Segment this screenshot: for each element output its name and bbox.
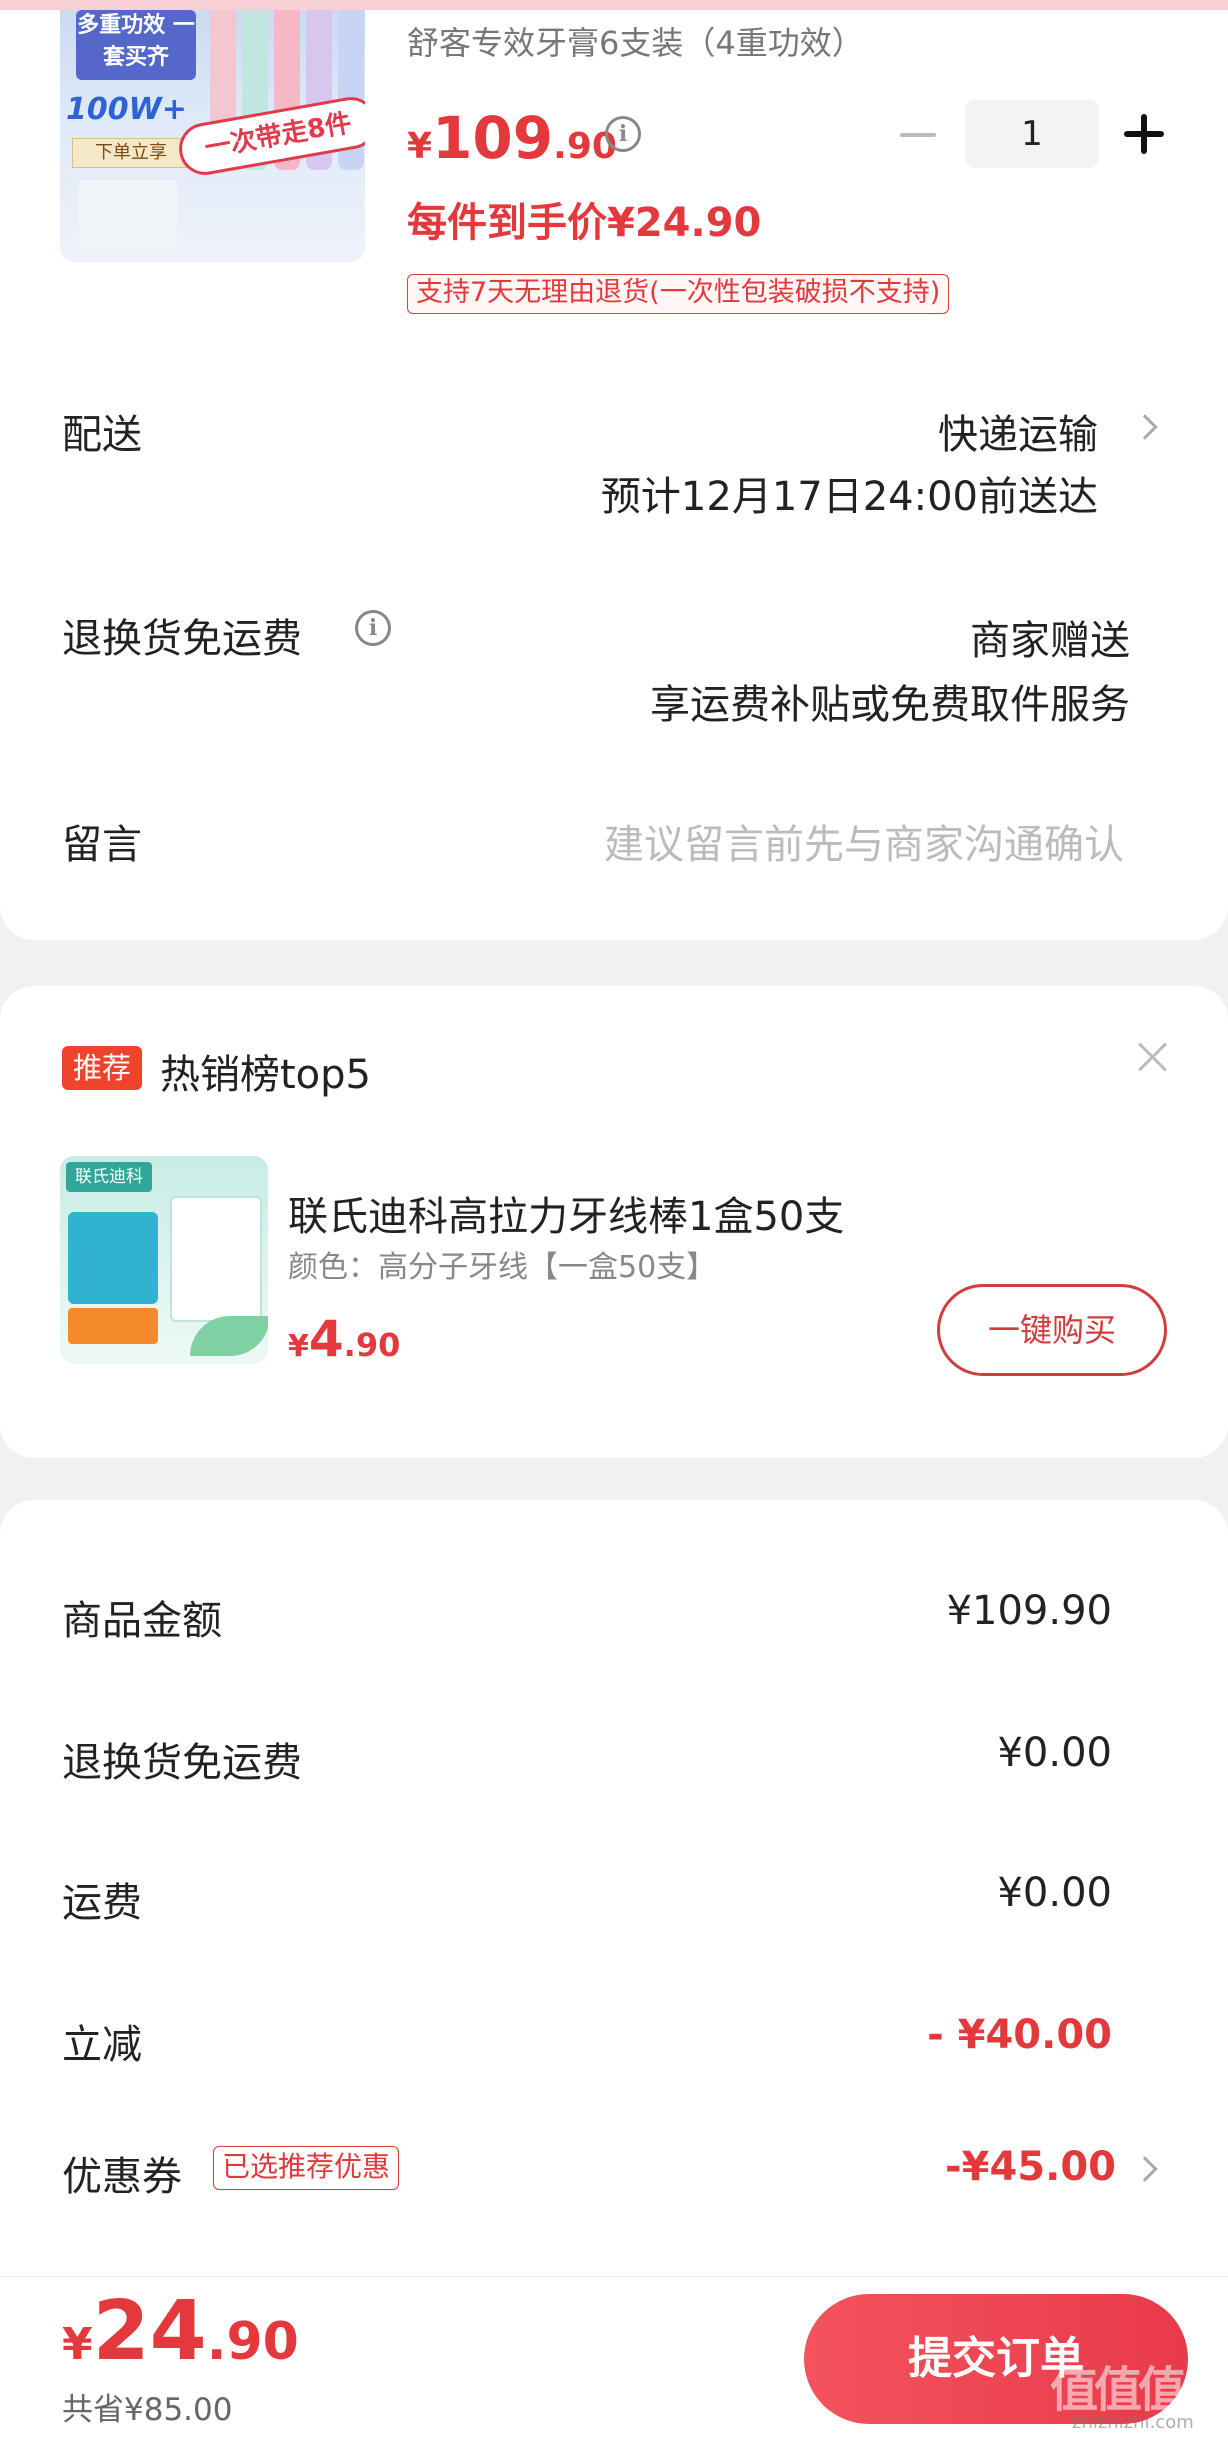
- price-currency: ¥: [407, 126, 433, 167]
- watermark: 值值值: [1050, 2362, 1186, 2418]
- watermark-url: zhizhizhi.com: [1072, 2412, 1194, 2433]
- summary-row-label: 商品金额: [62, 1598, 222, 1644]
- product-subtitle: 舒客专效牙膏6支装（4重功效）: [407, 24, 864, 62]
- top-strip: [0, 0, 1228, 10]
- one-click-buy-button[interactable]: 一键购买: [937, 1284, 1167, 1376]
- summary-row-value: ¥109.90: [946, 1588, 1112, 1634]
- delivery-method[interactable]: 快递运输: [938, 402, 1098, 460]
- quantity-minus-button[interactable]: [900, 133, 936, 137]
- recommend-thumb-brand: 联氏迪科: [66, 1162, 152, 1192]
- product-thumb-minis: [78, 180, 178, 250]
- price-integer: 4: [308, 1310, 344, 1368]
- product-thumb-feature: 多重功效 一套买齐: [76, 10, 196, 80]
- summary-row-value: ¥0.00: [997, 1870, 1112, 1916]
- coupon-selected-badge[interactable]: 已选推荐优惠: [213, 2146, 400, 2190]
- product-price: ¥109.90: [407, 104, 617, 172]
- price-integer: 109: [432, 104, 554, 172]
- recommend-item-name[interactable]: 联氏迪科高拉力牙线棒1盒50支: [288, 1184, 844, 1242]
- return-shipping-info-icon[interactable]: i: [355, 610, 391, 646]
- close-icon[interactable]: [1136, 1040, 1170, 1074]
- price-currency: ¥: [62, 2319, 93, 2370]
- coupon-label: 优惠券: [62, 2154, 182, 2200]
- recommend-item-thumbnail[interactable]: 联氏迪科: [60, 1156, 268, 1364]
- summary-row-value: - ¥40.00: [927, 2012, 1112, 2058]
- summary-row-label: 退换货免运费: [62, 1740, 302, 1786]
- return-shipping-desc: 享运费补贴或免费取件服务: [650, 682, 1130, 728]
- total-price: ¥24.90: [62, 2284, 299, 2379]
- recommend-title: 热销榜top5: [160, 1052, 371, 1098]
- price-currency: ¥: [288, 1329, 309, 1364]
- price-integer: 24: [92, 2284, 207, 2379]
- pack-graphic: [68, 1212, 158, 1304]
- return-shipping-value: 商家赠送: [970, 618, 1130, 664]
- summary-row-value: ¥0.00: [997, 1730, 1112, 1776]
- price-decimal: .90: [206, 2312, 299, 2372]
- product-thumb-ribbon: 一次带走8件: [175, 93, 365, 179]
- pack-graphic: [68, 1308, 158, 1344]
- message-input[interactable]: 建议留言前先与商家沟通确认: [604, 812, 1124, 870]
- return-shipping-label: 退换货免运费: [62, 616, 302, 662]
- quantity-input[interactable]: 1: [965, 100, 1099, 168]
- recommend-badge: 推荐: [62, 1046, 142, 1090]
- summary-row-label: 运费: [62, 1880, 142, 1926]
- product-thumbnail[interactable]: 多重功效 一套买齐 100W+ 下单立享 一次带走8件: [60, 0, 365, 262]
- price-decimal: .90: [343, 1326, 401, 1364]
- recommend-item-price: ¥4.90: [288, 1310, 400, 1368]
- delivery-label: 配送: [62, 412, 142, 458]
- coupon-value[interactable]: -¥45.00: [945, 2144, 1116, 2190]
- quantity-plus-button[interactable]: [1124, 114, 1164, 154]
- delivery-eta: 预计12月17日24:00前送达: [600, 474, 1098, 520]
- product-thumb-buy-hint: 下单立享: [72, 138, 190, 168]
- price-info-icon[interactable]: i: [605, 116, 641, 152]
- message-label: 留言: [62, 822, 142, 868]
- recommend-item-spec: 颜色：高分子牙线【一盒50支】: [288, 1250, 717, 1285]
- per-item-price: 每件到手价¥24.90: [407, 200, 762, 246]
- summary-row-label: 立减: [62, 2022, 142, 2068]
- product-thumb-sales: 100W+: [66, 92, 187, 127]
- total-saved: 共省¥85.00: [62, 2392, 233, 2428]
- return-policy-badge: 支持7天无理由退货(一次性包装破损不支持): [407, 274, 950, 314]
- pack-graphic: [170, 1196, 262, 1322]
- leaf-graphic: [190, 1316, 268, 1356]
